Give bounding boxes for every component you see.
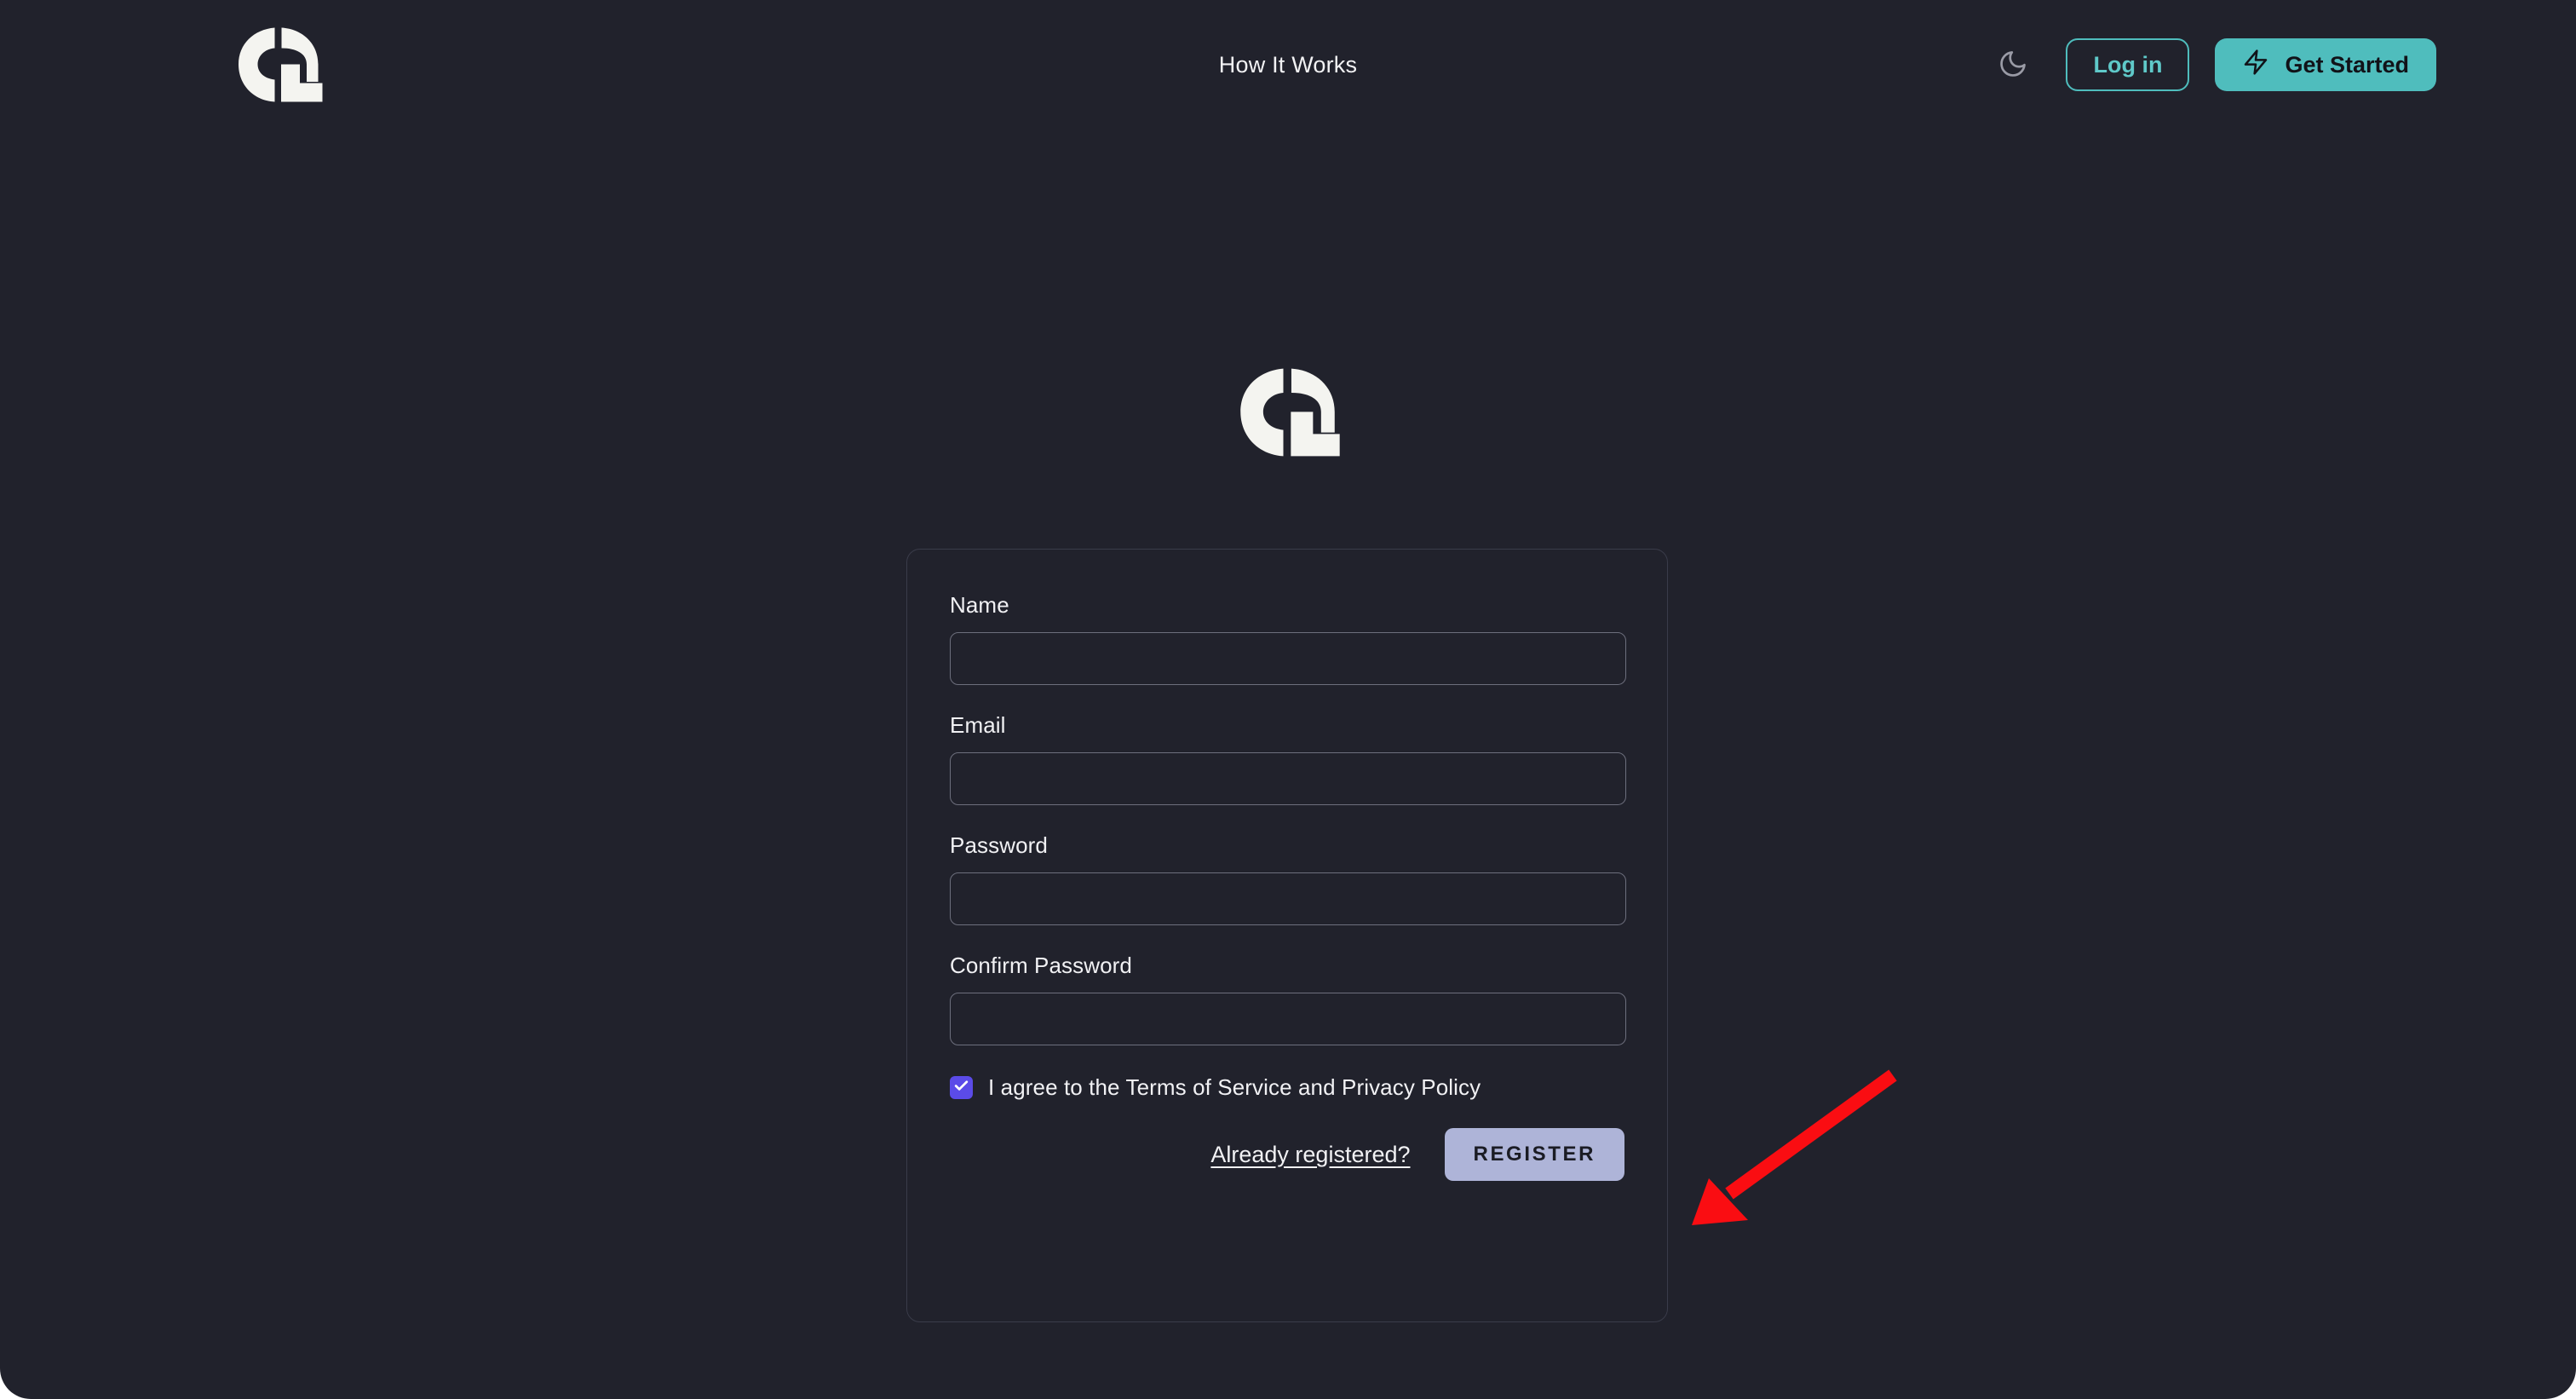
brand-logo[interactable]	[236, 27, 323, 102]
name-field-group: Name	[950, 592, 1626, 685]
brand-logo-large	[1237, 368, 1341, 457]
card-actions: Already registered? REGISTER	[950, 1128, 1624, 1181]
terms-agreement-row: I agree to the Terms of Service and Priv…	[950, 1074, 1624, 1101]
site-header: How It Works Log in Get Started	[0, 0, 2576, 130]
get-started-button[interactable]: Get Started	[2215, 38, 2436, 91]
lightning-bolt-icon	[2242, 49, 2269, 82]
login-button-label: Log in	[2093, 51, 2163, 78]
nav-item-how-it-works[interactable]: How It Works	[1219, 52, 1357, 78]
login-button[interactable]: Log in	[2066, 38, 2190, 91]
browser-viewport: How It Works Log in Get Started Name Ema…	[0, 0, 2576, 1399]
register-button[interactable]: REGISTER	[1444, 1128, 1624, 1181]
confirm-password-field-group: Confirm Password	[950, 953, 1626, 1045]
already-registered-link[interactable]: Already registered?	[1210, 1142, 1410, 1168]
annotation-arrow	[1644, 1065, 1908, 1235]
get-started-button-label: Get Started	[2285, 51, 2409, 78]
checkmark-icon	[953, 1078, 969, 1098]
email-field-label: Email	[950, 712, 1006, 738]
register-button-label: REGISTER	[1473, 1143, 1596, 1166]
terms-checkbox[interactable]	[950, 1076, 973, 1099]
terms-agreement-label[interactable]: I agree to the Terms of Service and Priv…	[988, 1074, 1481, 1101]
name-field[interactable]	[950, 632, 1626, 685]
register-form-card: Name Email Password Confirm Password I a…	[906, 549, 1668, 1322]
name-field-label: Name	[950, 592, 1009, 618]
confirm-password-field[interactable]	[950, 993, 1626, 1045]
password-field-label: Password	[950, 832, 1048, 858]
email-field[interactable]	[950, 752, 1626, 805]
password-field[interactable]	[950, 872, 1626, 925]
password-field-group: Password	[950, 832, 1626, 925]
theme-toggle-button[interactable]	[1987, 39, 2038, 90]
email-field-group: Email	[950, 712, 1626, 805]
header-actions: Log in Get Started	[1987, 0, 2436, 130]
moon-icon	[1998, 49, 2028, 82]
confirm-password-field-label: Confirm Password	[950, 953, 1132, 978]
